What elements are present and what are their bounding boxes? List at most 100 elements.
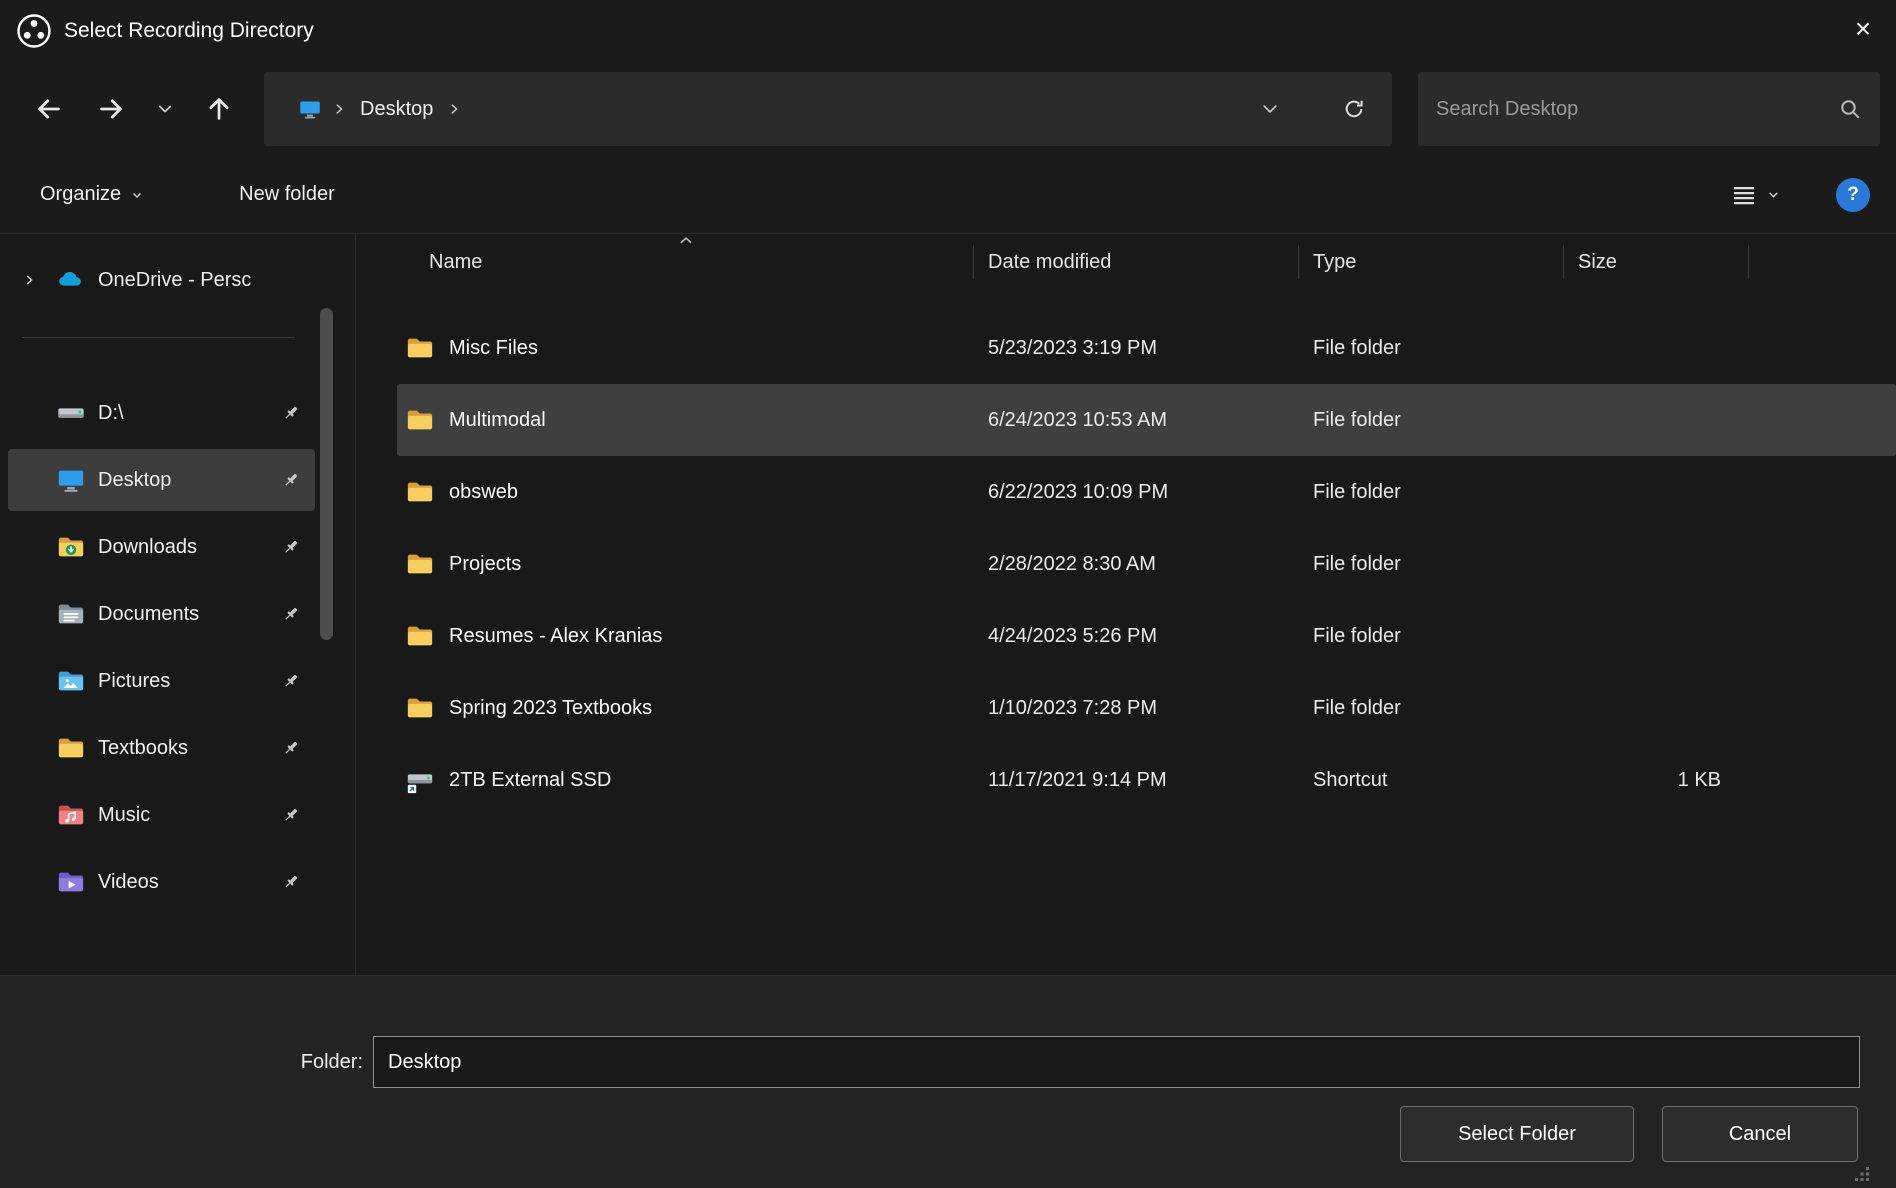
navigation-pane: OneDrive - Persc D:\ Desktop bbox=[0, 234, 356, 975]
details-view-button[interactable] bbox=[1729, 180, 1759, 210]
file-row-selected[interactable]: Multimodal 6/24/2023 10:53 AM File folde… bbox=[397, 384, 1896, 456]
file-name: obsweb bbox=[449, 481, 518, 504]
chevron-down-icon bbox=[1767, 188, 1780, 201]
sidebar-item-textbooks[interactable]: Textbooks bbox=[8, 717, 315, 779]
file-list-area: Name Date modified Type Size Misc Files … bbox=[357, 234, 1896, 975]
file-type: File folder bbox=[1299, 409, 1564, 432]
window-title: Select Recording Directory bbox=[64, 19, 314, 43]
file-row[interactable]: obsweb 6/22/2023 10:09 PM File folder bbox=[397, 456, 1896, 528]
cancel-button[interactable]: Cancel bbox=[1662, 1106, 1858, 1162]
column-header-date-modified[interactable]: Date modified bbox=[974, 245, 1299, 279]
file-row[interactable]: Spring 2023 Textbooks 1/10/2023 7:28 PM … bbox=[397, 672, 1896, 744]
forward-button[interactable] bbox=[88, 86, 134, 132]
drive-shortcut-icon bbox=[405, 765, 435, 795]
sidebar-item-downloads[interactable]: Downloads bbox=[8, 516, 315, 578]
view-options-caret-button[interactable] bbox=[1767, 188, 1780, 201]
organize-button[interactable]: Organize bbox=[40, 183, 143, 206]
search-input[interactable] bbox=[1418, 72, 1880, 146]
breadcrumb-chevron-icon[interactable] bbox=[447, 102, 461, 116]
pictures-folder-icon bbox=[56, 666, 86, 696]
file-row[interactable]: 2TB External SSD 11/17/2021 9:14 PM Shor… bbox=[397, 744, 1896, 816]
sidebar-item-documents[interactable]: Documents bbox=[8, 583, 315, 645]
titlebar: Select Recording Directory × bbox=[0, 0, 1896, 62]
sidebar-item-pictures[interactable]: Pictures bbox=[8, 650, 315, 712]
file-row[interactable]: Misc Files 5/23/2023 3:19 PM File folder bbox=[397, 312, 1896, 384]
file-type: File folder bbox=[1299, 553, 1564, 576]
sidebar-item-d-drive[interactable]: D:\ bbox=[8, 382, 315, 444]
pin-icon bbox=[281, 537, 301, 557]
file-type: File folder bbox=[1299, 481, 1564, 504]
downloads-folder-icon bbox=[56, 532, 86, 562]
folder-name-input[interactable] bbox=[373, 1036, 1860, 1088]
column-header-size[interactable]: Size bbox=[1564, 245, 1749, 279]
pin-icon bbox=[281, 470, 301, 490]
file-rows: Misc Files 5/23/2023 3:19 PM File folder… bbox=[397, 312, 1896, 816]
sidebar-item-label: Desktop bbox=[98, 469, 273, 492]
file-row[interactable]: Projects 2/28/2022 8:30 AM File folder bbox=[397, 528, 1896, 600]
organize-label: Organize bbox=[40, 183, 121, 206]
folder-icon bbox=[405, 333, 435, 363]
details-view-icon bbox=[1729, 180, 1759, 210]
search-box bbox=[1418, 72, 1880, 146]
file-type: File folder bbox=[1299, 337, 1564, 360]
expand-chevron-icon[interactable] bbox=[22, 273, 56, 287]
folder-icon bbox=[405, 477, 435, 507]
sidebar-item-label: Videos bbox=[98, 871, 273, 894]
close-button[interactable]: × bbox=[1830, 0, 1896, 58]
file-name: 2TB External SSD bbox=[449, 769, 611, 792]
breadcrumb-desktop[interactable]: Desktop bbox=[356, 98, 437, 121]
location-desktop-icon bbox=[298, 97, 322, 121]
music-folder-icon bbox=[56, 800, 86, 830]
sidebar-item-label: Documents bbox=[98, 603, 273, 626]
file-name: Resumes - Alex Kranias bbox=[449, 625, 662, 648]
back-button[interactable] bbox=[26, 86, 72, 132]
pin-icon bbox=[281, 604, 301, 624]
search-icon bbox=[1838, 97, 1862, 121]
file-row[interactable]: Resumes - Alex Kranias 4/24/2023 5:26 PM… bbox=[397, 600, 1896, 672]
file-name: Multimodal bbox=[449, 409, 546, 432]
file-name: Spring 2023 Textbooks bbox=[449, 697, 652, 720]
navigation-bar: Desktop bbox=[0, 62, 1896, 156]
folder-icon bbox=[405, 621, 435, 651]
sidebar-item-desktop[interactable]: Desktop bbox=[8, 449, 315, 511]
file-date: 11/17/2021 9:14 PM bbox=[974, 769, 1299, 792]
folder-icon bbox=[405, 549, 435, 579]
recent-locations-button[interactable] bbox=[150, 86, 180, 132]
main-area: OneDrive - Persc D:\ Desktop bbox=[0, 234, 1896, 975]
file-name: Projects bbox=[449, 553, 521, 576]
pin-icon bbox=[281, 403, 301, 423]
new-folder-label: New folder bbox=[239, 183, 335, 206]
sidebar-scrollbar-thumb[interactable] bbox=[320, 308, 333, 640]
refresh-button[interactable] bbox=[1342, 97, 1366, 121]
resize-grip[interactable] bbox=[1854, 1166, 1870, 1182]
sidebar-item-label: Music bbox=[98, 804, 273, 827]
column-header-name[interactable]: Name bbox=[397, 245, 974, 279]
help-button[interactable]: ? bbox=[1836, 178, 1870, 212]
sidebar-item-videos[interactable]: Videos bbox=[8, 851, 315, 913]
sidebar-item-label: Downloads bbox=[98, 536, 273, 559]
sidebar-item-onedrive[interactable]: OneDrive - Persc bbox=[8, 249, 315, 311]
pin-icon bbox=[281, 872, 301, 892]
address-bar: Desktop bbox=[264, 72, 1392, 146]
file-date: 4/24/2023 5:26 PM bbox=[974, 625, 1299, 648]
file-date: 6/24/2023 10:53 AM bbox=[974, 409, 1299, 432]
file-type: File folder bbox=[1299, 625, 1564, 648]
select-folder-button[interactable]: Select Folder bbox=[1400, 1106, 1634, 1162]
new-folder-button[interactable]: New folder bbox=[239, 183, 335, 206]
file-date: 1/10/2023 7:28 PM bbox=[974, 697, 1299, 720]
column-headers: Name Date modified Type Size bbox=[397, 234, 1896, 290]
command-bar: Organize New folder ? bbox=[0, 156, 1896, 234]
breadcrumb-chevron-icon[interactable] bbox=[332, 102, 346, 116]
documents-folder-icon bbox=[56, 599, 86, 629]
column-header-type[interactable]: Type bbox=[1299, 245, 1564, 279]
onedrive-cloud-icon bbox=[56, 265, 86, 295]
obs-logo-icon bbox=[16, 13, 52, 49]
folder-field-label: Folder: bbox=[0, 1036, 363, 1088]
up-button[interactable] bbox=[196, 86, 242, 132]
sidebar-item-music[interactable]: Music bbox=[8, 784, 315, 846]
chevron-down-icon bbox=[131, 189, 143, 201]
file-date: 6/22/2023 10:09 PM bbox=[974, 481, 1299, 504]
address-dropdown-button[interactable] bbox=[1260, 99, 1280, 119]
folder-icon bbox=[405, 693, 435, 723]
file-type: File folder bbox=[1299, 697, 1564, 720]
